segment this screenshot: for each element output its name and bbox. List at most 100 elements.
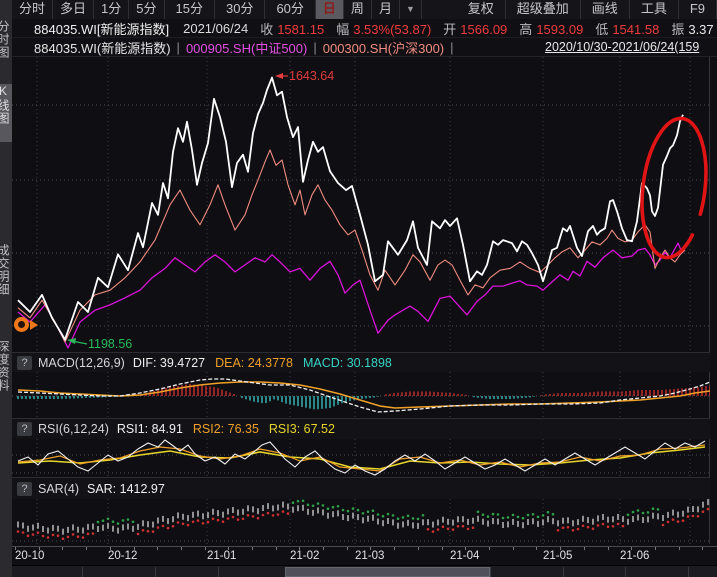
axis-tick <box>442 547 443 550</box>
rsi-chart-panel[interactable] <box>12 439 710 477</box>
horizontal-scrollbar[interactable] <box>12 565 717 577</box>
axis-tick <box>157 547 158 550</box>
sar-help-icon[interactable]: ? <box>17 482 32 496</box>
axis-tick <box>205 547 206 550</box>
tool-tab-复权[interactable]: 复权 <box>457 0 506 19</box>
quote-field: 收1581.15 <box>260 22 324 37</box>
quote-field-value: 1593.09 <box>536 22 583 37</box>
rsi-help-icon[interactable]: ? <box>17 422 32 436</box>
quote-field: 振3.37 <box>671 22 713 37</box>
sar-svg <box>12 499 710 544</box>
orange-marker-icon <box>14 317 29 332</box>
axis-tick <box>702 547 703 550</box>
tool-tab-工具[interactable]: 工具 <box>630 0 679 19</box>
tool-tabs: 复权超级叠加画线工具F9 <box>457 0 717 19</box>
quote-field-label: 幅 <box>336 22 349 37</box>
sidebar-tab-3[interactable]: 深度资料 <box>0 340 12 422</box>
sar-title[interactable]: SAR(4) <box>38 482 79 496</box>
period-tab-周[interactable]: 周 <box>344 0 372 19</box>
quote-field-value: 3.53%(53.87) <box>353 22 431 37</box>
symbol-title: 884035.WI[新能源指数] <box>34 19 169 38</box>
main-chart-panel[interactable]: 1643.641198.56 <box>12 57 710 352</box>
macd-svg <box>12 372 710 418</box>
quote-field: 幅 3.53%(53.87) <box>336 22 431 37</box>
period-tabs: 分时多日1分5分15分30分60分日周月▼ <box>12 0 422 19</box>
legend-item-1[interactable]: 000905.SH(中证500) <box>186 38 307 57</box>
legend-item-0[interactable]: 884035.WI(新能源指数) <box>34 38 171 57</box>
scrollbar-thumb[interactable] <box>285 567 490 577</box>
scrollbar-divider <box>490 567 491 577</box>
indicator-value: SAR: 1412.97 <box>87 482 165 496</box>
legend-bar: 884035.WI(新能源指数)|000905.SH(中证500)|000300… <box>12 38 717 57</box>
axis-tick <box>536 547 537 550</box>
axis-tick <box>655 547 656 550</box>
period-toolbar: 分时多日1分5分15分30分60分日周月▼ 复权超级叠加画线工具F9 <box>12 0 717 20</box>
rsi-values: RSI1: 84.91RSI2: 76.35RSI3: 67.52 <box>117 422 345 436</box>
date-range-link[interactable]: 2020/10/30-2021/06/24(159 <box>545 39 717 56</box>
period-dropdown-caret-icon[interactable]: ▼ <box>400 0 422 19</box>
sidebar-tab-1[interactable]: K线图 <box>0 84 12 142</box>
rsi-svg <box>12 439 710 477</box>
trading-app-window: 分时图 K线图成交明细深度资料 分时多日1分5分15分30分60分日周月▼ 复权超… <box>0 0 717 577</box>
axis-label-21-01: 21-01 <box>207 550 236 562</box>
quote-fields: 收1581.15 幅 3.53%(53.87) 开1566.09 高 1593.09 低 15… <box>260 19 717 38</box>
tool-tab-F9[interactable]: F9 <box>679 0 717 19</box>
tool-tab-超级叠加[interactable]: 超级叠加 <box>506 0 581 19</box>
indicator-value: RSI3: 67.52 <box>269 422 335 436</box>
axis-label-21-05: 21-05 <box>543 550 572 562</box>
period-tab-分时[interactable]: 分时 <box>12 0 53 19</box>
tool-tab-画线[interactable]: 画线 <box>581 0 630 19</box>
quote-field-label: 高 <box>519 22 532 37</box>
scrollbar-divider <box>625 567 626 577</box>
period-tab-60分[interactable]: 60分 <box>265 0 315 19</box>
legend-separator: | <box>313 40 316 55</box>
macd-help-icon[interactable]: ? <box>17 356 32 370</box>
axis-label-20-10: 20-10 <box>15 550 44 562</box>
rsi-title[interactable]: RSI(6,12,24) <box>38 422 109 436</box>
period-tab-30分[interactable]: 30分 <box>215 0 265 19</box>
sar-values: SAR: 1412.97 <box>87 482 175 496</box>
indicator-value: RSI1: 84.91 <box>117 422 183 436</box>
period-tab-日[interactable]: 日 <box>316 0 344 19</box>
scrollbar-divider <box>563 567 564 577</box>
period-tab-5分[interactable]: 5分 <box>129 0 164 19</box>
axis-tick <box>181 547 182 550</box>
sidebar-tab-label: K线图 <box>0 84 12 125</box>
scrollbar-divider <box>218 567 219 577</box>
axis-tick <box>276 547 277 550</box>
quote-field-label: 低 <box>595 22 608 37</box>
main-chart-svg: 1643.641198.56 <box>12 57 710 352</box>
axis-tick <box>513 547 514 550</box>
period-tab-1分[interactable]: 1分 <box>94 0 129 19</box>
legend-item-2[interactable]: 000300.SH(沪深300) <box>323 38 444 57</box>
legend-items: 884035.WI(新能源指数)|000905.SH(中证500)|000300… <box>34 38 460 57</box>
quote-field: 高 1593.09 <box>519 22 583 37</box>
sar-chart-panel[interactable] <box>12 499 710 544</box>
low-value-label: 1198.56 <box>88 337 132 351</box>
time-axis: 20-1020-1221-0121-0221-0321-0421-0521-06 <box>12 546 717 566</box>
axis-label-21-06: 21-06 <box>620 550 649 562</box>
period-tab-多日[interactable]: 多日 <box>53 0 94 19</box>
sidebar-tab-2[interactable]: 成交明细 <box>0 244 12 326</box>
axis-tick <box>608 547 609 550</box>
axis-tick <box>394 547 395 550</box>
scrollbar-divider <box>82 567 83 577</box>
period-tab-月[interactable]: 月 <box>372 0 400 19</box>
rsi-header: ? RSI(6,12,24) RSI1: 84.91RSI2: 76.35RSI… <box>12 418 710 439</box>
sidebar-tab-0[interactable]: 分时图 <box>0 20 12 80</box>
macd-chart-panel[interactable] <box>12 372 710 418</box>
axis-tick <box>323 547 324 550</box>
macd-title[interactable]: MACD(12,26,9) <box>38 356 125 370</box>
axis-tick <box>679 547 680 550</box>
sidebar-tab-label: 分时图 <box>0 20 12 59</box>
axis-tick <box>489 547 490 550</box>
axis-tick <box>584 547 585 550</box>
quote-field: 开1566.09 <box>443 22 507 37</box>
scrollbar-divider <box>155 567 156 577</box>
axis-tick <box>418 547 419 550</box>
quote-bar: 884035.WI[新能源指数] 2021/06/24 收1581.15幅3.5… <box>12 19 717 38</box>
quote-field-label: 开 <box>443 22 456 37</box>
quote-field-value: 3.37 <box>688 22 713 37</box>
indicator-value: DEA: 24.3778 <box>215 356 293 370</box>
period-tab-15分[interactable]: 15分 <box>165 0 215 19</box>
